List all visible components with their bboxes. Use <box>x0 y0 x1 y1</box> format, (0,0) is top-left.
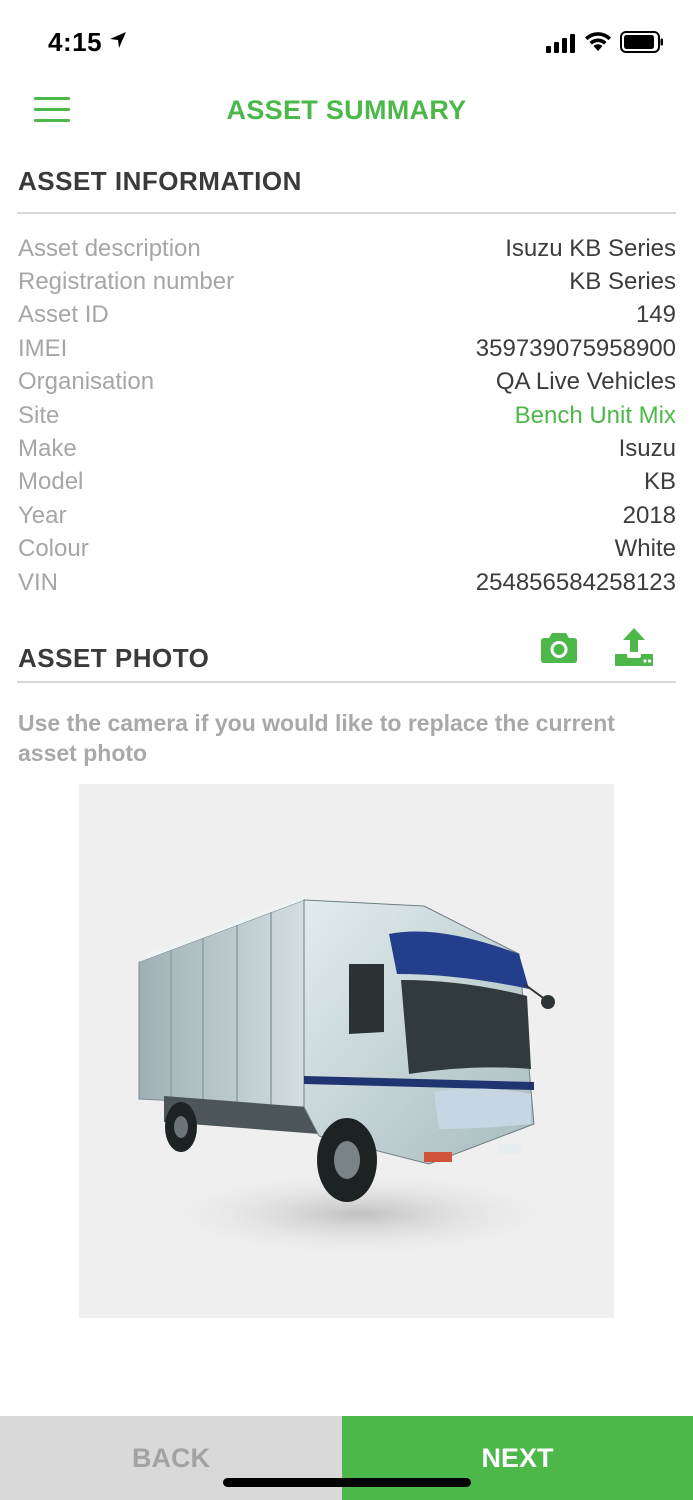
info-row-model: Model KB <box>18 466 676 499</box>
info-label: VIN <box>18 568 59 596</box>
section-divider <box>17 212 676 214</box>
location-arrow-icon <box>110 32 126 48</box>
info-label: Asset ID <box>18 301 109 329</box>
info-label: Year <box>18 501 67 529</box>
info-label: Site <box>18 401 60 429</box>
info-label: IMEI <box>18 334 68 362</box>
info-row-asset-id: Asset ID 149 <box>18 299 676 332</box>
info-label: Registration number <box>18 268 235 296</box>
info-value: QA Live Vehicles <box>495 368 676 396</box>
info-row-asset-description: Asset description Isuzu KB Series <box>18 232 676 265</box>
info-row-vin: VIN 254856584258123 <box>18 566 676 599</box>
truck-image <box>138 894 574 1259</box>
info-value: 254856584258123 <box>475 568 676 596</box>
info-value: 2018 <box>622 501 676 529</box>
back-button[interactable]: BACK <box>0 1416 342 1500</box>
home-indicator <box>223 1478 471 1487</box>
info-value: KB <box>643 468 676 496</box>
asset-photo-heading: ASSET PHOTO <box>18 643 210 673</box>
page-title: ASSET SUMMARY <box>226 95 467 125</box>
asset-info-list: Asset description Isuzu KB Series Regist… <box>18 232 676 599</box>
info-value: 359739075958900 <box>475 334 676 362</box>
info-row-registration-number: Registration number KB Series <box>18 265 676 298</box>
asset-information-heading: ASSET INFORMATION <box>18 166 302 196</box>
info-label: Make <box>18 435 77 463</box>
info-label: Model <box>18 468 84 496</box>
status-time: 4:15 <box>48 27 103 57</box>
cellular-signal-icon <box>546 34 575 53</box>
asset-photo <box>79 784 614 1318</box>
upload-icon[interactable] <box>613 627 655 667</box>
camera-icon[interactable] <box>540 630 578 664</box>
info-label: Organisation <box>18 368 155 396</box>
battery-icon <box>620 31 663 53</box>
info-row-imei: IMEI 359739075958900 <box>18 332 676 365</box>
photo-hint-text: Use the camera if you would like to repl… <box>18 710 615 766</box>
info-row-year: Year 2018 <box>18 499 676 532</box>
info-value: Isuzu <box>618 435 676 463</box>
info-row-organisation: Organisation QA Live Vehicles <box>18 366 676 399</box>
info-value: KB Series <box>569 268 676 296</box>
section-divider <box>17 681 676 683</box>
next-button[interactable]: NEXT <box>342 1416 693 1500</box>
wifi-icon <box>585 32 611 51</box>
info-label: Asset description <box>18 234 201 262</box>
info-row-colour: Colour White <box>18 533 676 566</box>
status-bar: 4:15 <box>0 0 693 80</box>
site-link[interactable]: Bench Unit Mix <box>515 402 676 430</box>
info-value: 149 <box>635 301 676 329</box>
info-value: White <box>614 535 676 563</box>
info-row-make: Make Isuzu <box>18 432 676 465</box>
info-row-site: Site Bench Unit Mix <box>18 399 676 432</box>
info-label: Colour <box>18 535 89 563</box>
info-value: Isuzu KB Series <box>505 234 676 262</box>
